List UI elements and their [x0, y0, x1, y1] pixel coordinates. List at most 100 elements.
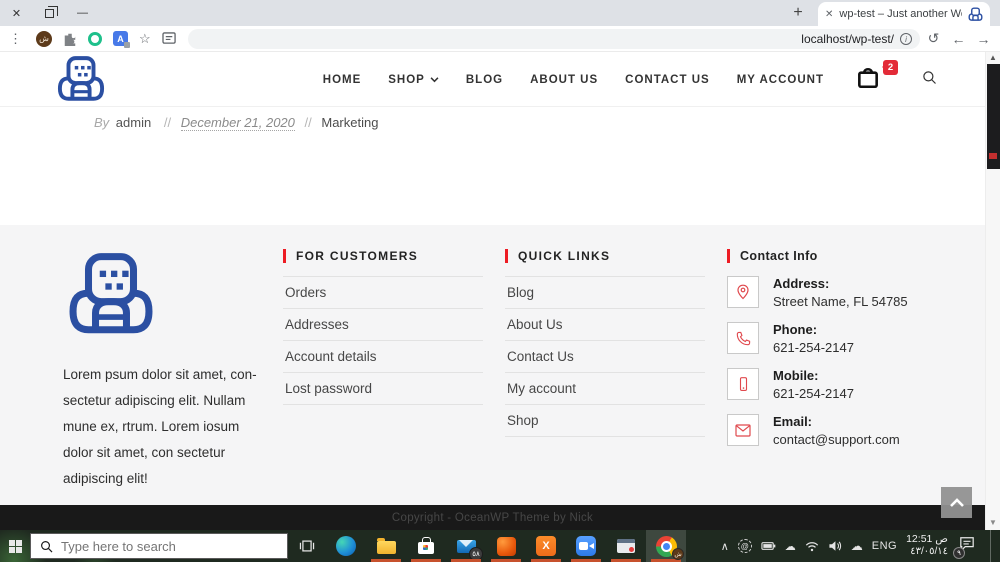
header-search-button[interactable]	[922, 70, 937, 90]
footer-link-about-us[interactable]: About Us	[505, 309, 705, 341]
nav-item-contact-us[interactable]: CONTACT US	[625, 74, 710, 86]
reload-icon[interactable]: ↺	[921, 30, 946, 47]
minimize-icon: —	[77, 7, 88, 19]
site-info-icon[interactable]: i	[900, 33, 912, 45]
nav-item-about-us[interactable]: ABOUT US	[530, 74, 598, 86]
envelope-icon	[727, 414, 759, 446]
post-meta: By admin // December 21, 2020 // Marketi…	[94, 115, 378, 131]
nav-item-home[interactable]: HOME	[323, 74, 362, 86]
clock-time: 12:51 ص	[906, 533, 948, 546]
screenshot-tool-icon	[617, 539, 635, 553]
windows-logo-icon	[8, 539, 22, 553]
scrollbar-up-arrow[interactable]: ▲	[986, 53, 1000, 62]
footer-link-blog[interactable]: Blog	[505, 277, 705, 309]
footer-link-shop[interactable]: Shop	[505, 405, 705, 437]
tab-close-icon[interactable]: ✕	[825, 9, 833, 20]
close-icon: ✕	[11, 7, 22, 20]
contact-item-mobile: Mobile: 621-254-2147	[727, 368, 962, 401]
battery-icon[interactable]	[761, 541, 776, 551]
nav-item-my-account[interactable]: MY ACCOUNT	[737, 74, 824, 86]
footer-link-addresses[interactable]: Addresses	[283, 309, 483, 341]
cloud-upload-icon[interactable]: ☁ ↑	[851, 539, 863, 553]
footer-link-contact-us[interactable]: Contact Us	[505, 341, 705, 373]
contact-item-address: Address: Street Name, FL 54785	[727, 276, 962, 309]
taskbar-search-box[interactable]	[30, 533, 288, 559]
taskbar-app-screenshot[interactable]	[606, 530, 646, 562]
cart-button[interactable]: 2	[855, 60, 898, 95]
file-explorer-icon	[376, 538, 396, 554]
site-logo-armchair[interactable]	[55, 55, 107, 105]
scroll-to-top-button[interactable]	[941, 487, 972, 518]
meta-separator: //	[163, 115, 172, 130]
meta-separator: //	[304, 115, 312, 130]
taskbar-app-xampp[interactable]: X	[526, 530, 566, 562]
footer-logo-armchair	[69, 253, 153, 334]
footer-customers-column: FOR CUSTOMERS Orders Addresses Account d…	[283, 249, 483, 492]
restore-icon	[45, 5, 58, 18]
tray-at-icon[interactable]: @	[737, 539, 752, 553]
window-close-button[interactable]: ✕	[0, 0, 33, 26]
browser-toolbar: ⋮ ش A ☆ localhost/wp-test/ i ↺ ← →	[0, 26, 1000, 52]
armchair-favicon	[968, 6, 983, 21]
onedrive-cloud-icon[interactable]: ☁	[785, 540, 796, 553]
tray-expand-chevron[interactable]: ∧	[721, 540, 729, 553]
taskbar-app-office[interactable]	[486, 530, 526, 562]
taskbar-app-chrome[interactable]: ش	[646, 530, 686, 562]
clock-date: ٤٣/٠٥/١٤	[910, 546, 948, 558]
translate-extension-icon[interactable]: A	[113, 31, 130, 48]
copyright-bar: Copyright - OceanWP Theme by Nick	[0, 505, 985, 530]
meta-category-link[interactable]: Marketing	[321, 115, 378, 130]
show-desktop-button[interactable]	[990, 530, 995, 562]
page-scrollbar[interactable]: ▲ ▼	[985, 52, 1000, 530]
taskbar-search-input[interactable]	[61, 538, 278, 554]
meta-author-link[interactable]: admin	[116, 115, 151, 130]
red-accent-bar	[727, 249, 730, 263]
nav-item-blog[interactable]: BLOG	[466, 74, 503, 86]
grammarly-extension-icon[interactable]	[88, 31, 102, 46]
start-button[interactable]	[0, 530, 30, 562]
language-indicator[interactable]: ENG	[872, 540, 897, 552]
scrollbar-thumb[interactable]	[987, 64, 1000, 169]
nav-item-shop[interactable]: SHOP	[388, 74, 439, 86]
task-view-icon	[299, 540, 315, 552]
window-minimize-button[interactable]: —	[66, 0, 99, 26]
footer-link-account-details[interactable]: Account details	[283, 341, 483, 373]
task-view-button[interactable]	[288, 530, 326, 562]
forward-arrow-icon[interactable]: →	[971, 31, 996, 47]
notification-center-button[interactable]: ٩	[953, 536, 975, 559]
taskbar-app-mail[interactable]: ٥٨	[446, 530, 486, 562]
quick-links-widget-title: QUICK LINKS	[505, 249, 705, 277]
browser-tab[interactable]: ✕ wp-test – Just another WordPres	[818, 2, 990, 26]
wifi-icon[interactable]	[805, 541, 819, 552]
bookmark-star-icon[interactable]: ☆	[139, 31, 151, 47]
search-icon	[923, 70, 936, 84]
taskbar-app-store[interactable]	[406, 530, 446, 562]
meta-date: December 21, 2020	[180, 115, 295, 131]
taskbar-app-zoom[interactable]	[566, 530, 606, 562]
taskbar-clock[interactable]: 12:51 ص ٤٣/٠٥/١٤	[906, 533, 948, 559]
footer-link-orders[interactable]: Orders	[283, 277, 483, 309]
reading-list-icon[interactable]	[162, 32, 177, 45]
browser-menu-icon[interactable]: ⋮	[6, 31, 25, 47]
scrollbar-down-arrow[interactable]: ▼	[986, 518, 1000, 527]
office-icon	[496, 536, 516, 556]
taskbar-app-file-explorer[interactable]	[366, 530, 406, 562]
footer-link-lost-password[interactable]: Lost password	[283, 373, 483, 405]
footer-link-my-account[interactable]: My account	[505, 373, 705, 405]
extensions-puzzle-icon[interactable]	[63, 32, 77, 46]
speaker-icon[interactable]	[828, 540, 842, 552]
taskbar-app-edge[interactable]	[326, 530, 366, 562]
new-tab-button[interactable]: +	[786, 2, 810, 24]
shopping-bag-icon	[858, 67, 878, 89]
back-arrow-icon[interactable]: ←	[946, 31, 971, 47]
profile-avatar[interactable]: ش	[36, 30, 52, 47]
window-restore-button[interactable]	[33, 0, 66, 26]
chrome-profile-overlay: ش	[672, 548, 684, 560]
url-text[interactable]: localhost/wp-test/	[801, 32, 894, 46]
system-tray: ∧ @ ☁ ☁ ↑ ENG 12:51 ص ٤٣/٠٥/١٤ ٩	[721, 530, 1000, 562]
xampp-icon: X	[536, 536, 556, 556]
red-accent-bar	[283, 249, 286, 263]
address-bar[interactable]: localhost/wp-test/ i	[188, 29, 920, 49]
search-icon	[41, 540, 53, 552]
microsoft-store-icon	[418, 537, 434, 554]
